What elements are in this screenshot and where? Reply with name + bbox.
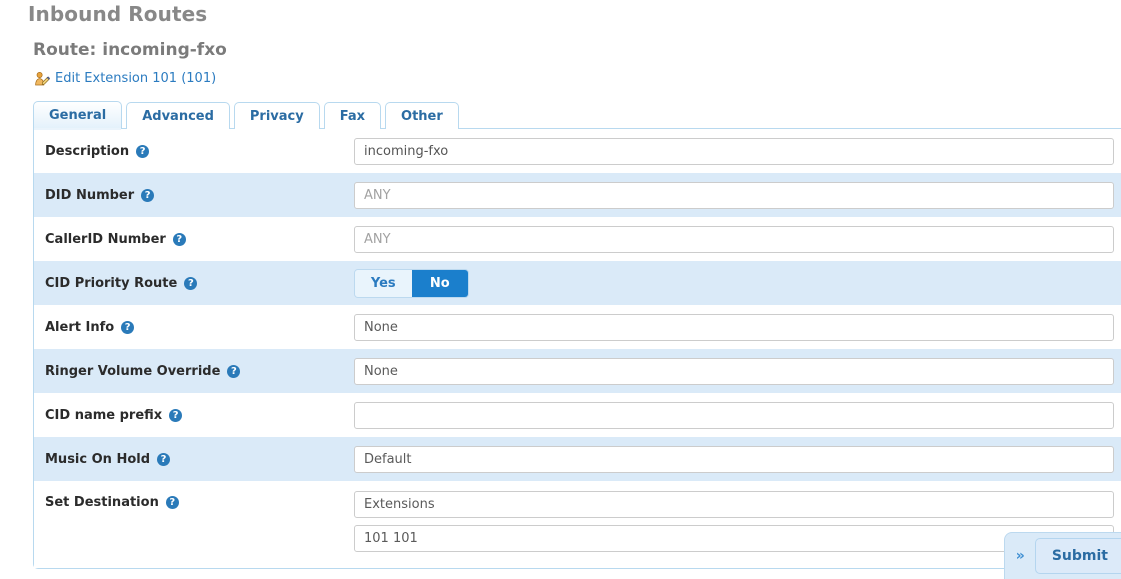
label-ringer-volume-override-text: Ringer Volume Override	[45, 363, 221, 379]
help-icon-description[interactable]: ?	[136, 144, 150, 158]
field-callerid-number	[354, 225, 1121, 253]
row-set-destination: Set Destination ?	[34, 481, 1121, 568]
help-icon-did-number[interactable]: ?	[141, 188, 155, 202]
field-cid-name-prefix	[354, 401, 1121, 429]
help-icon-set-destination[interactable]: ?	[165, 496, 179, 509]
help-icon-cid-priority-route[interactable]: ?	[184, 276, 198, 290]
field-cid-priority-route: Yes No	[354, 268, 1121, 298]
row-alert-info: Alert Info ?	[34, 305, 1121, 349]
help-icon-alert-info[interactable]: ?	[121, 320, 135, 334]
page-title: Inbound Routes	[28, 2, 208, 26]
label-callerid-number: CallerID Number ?	[34, 232, 354, 247]
label-ringer-volume-override: Ringer Volume Override ?	[34, 364, 354, 379]
label-description: Description ?	[34, 144, 354, 159]
tab-general[interactable]: General	[33, 101, 123, 130]
label-cid-priority-route: CID Priority Route ?	[34, 276, 354, 291]
label-cid-name-prefix-text: CID name prefix	[45, 407, 163, 423]
help-icon-callerid-number[interactable]: ?	[172, 232, 186, 246]
tab-privacy[interactable]: Privacy	[233, 102, 320, 129]
tab-fax[interactable]: Fax	[323, 102, 382, 129]
ringer-volume-override-select[interactable]	[354, 357, 1114, 385]
field-music-on-hold	[354, 445, 1121, 473]
label-music-on-hold: Music On Hold ?	[34, 452, 354, 467]
row-did-number: DID Number ?	[34, 173, 1121, 217]
edit-extension-link-row[interactable]: Edit Extension 101 (101)	[0, 61, 1121, 88]
cid-priority-no-button[interactable]: No	[411, 269, 468, 297]
label-description-text: Description	[45, 143, 130, 159]
label-set-destination-text: Set Destination	[45, 495, 159, 510]
field-ringer-volume-override	[354, 357, 1121, 385]
label-music-on-hold-text: Music On Hold	[45, 451, 151, 467]
set-destination-type-select[interactable]	[354, 491, 1114, 518]
row-callerid-number: CallerID Number ?	[34, 217, 1121, 261]
label-set-destination: Set Destination ?	[34, 491, 354, 510]
chevron-right-icon[interactable]: »	[1014, 549, 1035, 563]
help-icon-cid-name-prefix[interactable]: ?	[169, 408, 183, 422]
user-edit-icon	[34, 71, 50, 87]
help-icon-music-on-hold[interactable]: ?	[157, 452, 171, 466]
tab-advanced[interactable]: Advanced	[126, 102, 230, 129]
label-did-number: DID Number ?	[34, 188, 354, 203]
set-destination-target-select[interactable]	[354, 525, 1114, 552]
field-description	[354, 137, 1121, 165]
label-cid-name-prefix: CID name prefix ?	[34, 408, 354, 423]
label-alert-info-text: Alert Info	[45, 319, 115, 335]
alert-info-select[interactable]	[354, 313, 1114, 341]
tab-bar: General Advanced Privacy Fax Other	[33, 101, 1121, 130]
description-input[interactable]	[354, 137, 1114, 165]
did-number-input[interactable]	[354, 181, 1114, 209]
row-cid-name-prefix: CID name prefix ?	[34, 393, 1121, 437]
field-did-number	[354, 181, 1121, 209]
row-music-on-hold: Music On Hold ?	[34, 437, 1121, 481]
label-alert-info: Alert Info ?	[34, 320, 354, 335]
edit-extension-link[interactable]: Edit Extension 101 (101)	[55, 71, 216, 86]
cid-priority-route-toggle[interactable]: Yes No	[354, 268, 469, 298]
callerid-number-input[interactable]	[354, 225, 1114, 253]
label-callerid-number-text: CallerID Number	[45, 231, 166, 247]
submit-dock: » Submit	[1003, 532, 1121, 579]
cid-name-prefix-input[interactable]	[354, 401, 1114, 429]
row-description: Description ?	[34, 129, 1121, 173]
submit-button[interactable]: Submit	[1034, 538, 1121, 574]
row-ringer-volume-override: Ringer Volume Override ?	[34, 349, 1121, 393]
inbound-route-form-panel: Description ? DID Number ? CallerID Numb…	[33, 128, 1121, 569]
cid-priority-yes-button[interactable]: Yes	[355, 269, 412, 297]
tab-other[interactable]: Other	[385, 102, 459, 129]
label-cid-priority-route-text: CID Priority Route	[45, 275, 178, 291]
field-alert-info	[354, 313, 1121, 341]
label-did-number-text: DID Number	[45, 187, 135, 203]
route-title: Route: incoming-fxo	[33, 40, 227, 60]
help-icon-ringer-volume-override[interactable]: ?	[227, 364, 241, 378]
music-on-hold-select[interactable]	[354, 445, 1114, 473]
row-cid-priority-route: CID Priority Route ? Yes No	[34, 261, 1121, 305]
